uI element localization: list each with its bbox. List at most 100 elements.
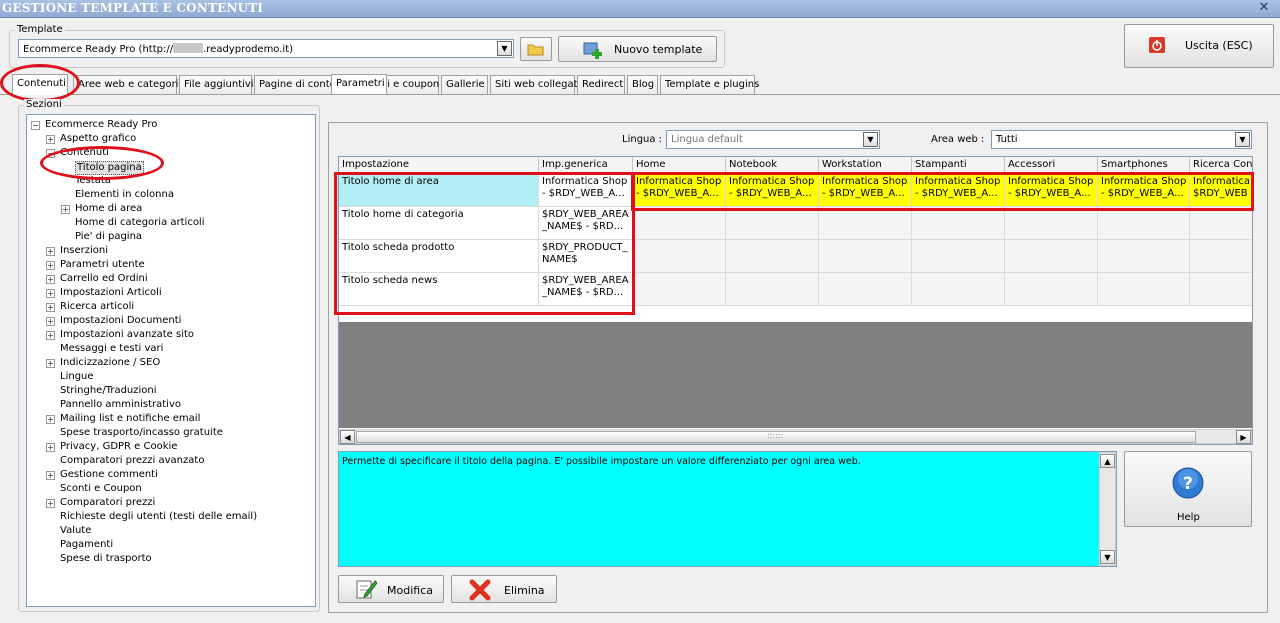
- expand-icon[interactable]: +: [46, 331, 55, 340]
- expand-icon[interactable]: +: [46, 359, 55, 368]
- area-value-cell[interactable]: Informatica Shop - $RDY_WEB_A...: [1098, 174, 1190, 207]
- tree-item[interactable]: Mailing list e notifiche email: [60, 413, 200, 425]
- area-value-cell[interactable]: [1005, 207, 1098, 240]
- area-value-cell[interactable]: [1005, 273, 1098, 306]
- sections-tree[interactable]: − Ecommerce Ready Pro + Aspetto grafico − Con…: [26, 114, 316, 607]
- expand-icon[interactable]: +: [46, 499, 55, 508]
- delete-button[interactable]: Elimina: [451, 575, 557, 603]
- area-value-cell[interactable]: [912, 240, 1005, 273]
- grid-new-row[interactable]: [339, 306, 1252, 322]
- tab-contenuti[interactable]: Contenuti: [12, 74, 68, 95]
- scroll-left-icon[interactable]: ◀: [340, 430, 355, 444]
- area-value-cell[interactable]: Informatica Shop - $RDY_WEB_A...: [633, 174, 726, 207]
- chevron-down-icon[interactable]: ▼: [863, 132, 878, 147]
- tree-item[interactable]: Comparatori prezzi avanzato: [60, 455, 204, 467]
- vertical-scrollbar[interactable]: ▲ ▼: [1099, 452, 1116, 566]
- expand-icon[interactable]: +: [46, 471, 55, 480]
- area-value-cell[interactable]: Informatica Shop - $RDY_WEB_A...: [726, 174, 819, 207]
- tab-redirect[interactable]: Redirect: [577, 75, 625, 94]
- column-header[interactable]: Accessori: [1005, 157, 1098, 173]
- tree-item[interactable]: Carrello ed Ordini: [60, 273, 148, 285]
- area-value-cell[interactable]: Informatica - $RDY_WEB: [1190, 174, 1252, 207]
- chevron-down-icon[interactable]: ▼: [1235, 132, 1250, 147]
- expand-icon[interactable]: +: [46, 247, 55, 256]
- tree-item[interactable]: Impostazioni Articoli: [60, 287, 162, 299]
- tree-item[interactable]: Messaggi e testi vari: [60, 343, 163, 355]
- area-value-cell[interactable]: [1190, 207, 1252, 240]
- setting-name-cell[interactable]: Titolo home di area: [339, 174, 539, 207]
- expand-icon[interactable]: +: [46, 289, 55, 298]
- tree-item[interactable]: Lingue: [60, 371, 94, 383]
- generic-value-cell[interactable]: $RDY_WEB_AREA_NAME$ - $RD...: [539, 273, 633, 306]
- lingua-select[interactable]: Lingua default ▼: [666, 130, 880, 149]
- tree-item[interactable]: Impostazioni avanzate sito: [60, 329, 194, 341]
- tree-item[interactable]: Spese trasporto/incasso gratuite: [60, 427, 223, 439]
- tree-item[interactable]: Stringhe/Traduzioni: [60, 385, 157, 397]
- tree-item[interactable]: Contenuti: [60, 147, 109, 159]
- tree-item[interactable]: Parametri utente: [60, 259, 145, 271]
- expand-icon[interactable]: +: [46, 415, 55, 424]
- area-value-cell[interactable]: [819, 207, 912, 240]
- tree-item[interactable]: Inserzioni: [60, 245, 108, 257]
- tree-item[interactable]: Pie' di pagina: [75, 231, 142, 243]
- area-value-cell[interactable]: [1098, 273, 1190, 306]
- area-web-select[interactable]: Tutti ▼: [991, 130, 1252, 149]
- description-box[interactable]: Permette di specificare il titolo della …: [338, 451, 1117, 567]
- tree-item[interactable]: Aspetto grafico: [60, 133, 136, 145]
- expand-icon[interactable]: +: [61, 205, 70, 214]
- expand-icon[interactable]: +: [46, 135, 55, 144]
- tree-item[interactable]: Home di categoria articoli: [75, 217, 205, 229]
- area-value-cell[interactable]: [726, 207, 819, 240]
- tab-aree-web[interactable]: Aree web e categorie: [73, 75, 185, 94]
- collapse-icon[interactable]: −: [46, 149, 55, 158]
- tab-blog[interactable]: Blog: [627, 75, 658, 94]
- scroll-thumb[interactable]: ::::::: [356, 431, 1196, 443]
- chevron-down-icon[interactable]: ▼: [497, 41, 512, 56]
- open-folder-button[interactable]: [520, 37, 552, 61]
- help-button[interactable]: ? Help: [1124, 451, 1252, 527]
- tree-item[interactable]: Pagamenti: [60, 539, 113, 551]
- tab-siti-collegati[interactable]: Siti web collegati: [490, 75, 580, 94]
- modify-button[interactable]: Modifica: [338, 575, 444, 603]
- tab-file-aggiuntivi[interactable]: File aggiuntivi: [179, 75, 254, 94]
- area-value-cell[interactable]: Informatica Shop - $RDY_WEB_A...: [819, 174, 912, 207]
- expand-icon[interactable]: +: [46, 261, 55, 270]
- tree-item[interactable]: Comparatori prezzi: [60, 497, 155, 509]
- scroll-right-icon[interactable]: ▶: [1236, 430, 1251, 444]
- area-value-cell[interactable]: Informatica Shop - $RDY_WEB_A...: [912, 174, 1005, 207]
- tree-item[interactable]: Spese di trasporto: [60, 553, 152, 565]
- tree-item[interactable]: Ecommerce Ready Pro: [45, 119, 157, 131]
- tree-item[interactable]: Home di area: [75, 203, 142, 215]
- tree-item[interactable]: Elementi in colonna: [75, 189, 174, 201]
- tree-item[interactable]: Richieste degli utenti (testi delle emai…: [60, 511, 257, 523]
- setting-name-cell[interactable]: Titolo scheda news: [339, 273, 539, 306]
- area-value-cell[interactable]: [726, 240, 819, 273]
- area-value-cell[interactable]: [1190, 273, 1252, 306]
- area-value-cell[interactable]: [633, 207, 726, 240]
- expand-icon[interactable]: +: [46, 275, 55, 284]
- column-header[interactable]: Imp.generica: [539, 157, 633, 173]
- generic-value-cell[interactable]: $RDY_PRODUCT_NAME$: [539, 240, 633, 273]
- column-header[interactable]: Smartphones: [1098, 157, 1190, 173]
- expand-icon[interactable]: +: [46, 443, 55, 452]
- tree-item[interactable]: Ricerca articoli: [60, 301, 134, 313]
- scroll-up-icon[interactable]: ▲: [1100, 454, 1115, 468]
- column-header[interactable]: Home: [633, 157, 726, 173]
- area-value-cell[interactable]: [912, 273, 1005, 306]
- area-value-cell[interactable]: [819, 240, 912, 273]
- new-template-button[interactable]: Nuovo template: [558, 36, 717, 62]
- expand-icon[interactable]: +: [46, 317, 55, 326]
- area-value-cell[interactable]: [1190, 240, 1252, 273]
- tree-item[interactable]: Titolo pagina: [75, 161, 144, 175]
- column-header[interactable]: Ricerca Cons: [1190, 157, 1252, 173]
- template-select[interactable]: Ecommerce Ready Pro (http:// .readyprodem…: [18, 39, 514, 58]
- area-value-cell[interactable]: [1005, 240, 1098, 273]
- tree-item[interactable]: Gestione commenti: [60, 469, 158, 481]
- generic-value-cell[interactable]: Informatica Shop - $RDY_WEB_A...: [539, 174, 633, 207]
- setting-name-cell[interactable]: Titolo scheda prodotto: [339, 240, 539, 273]
- expand-icon[interactable]: +: [46, 303, 55, 312]
- tab-parametri[interactable]: Parametri: [331, 74, 387, 94]
- column-header[interactable]: Notebook: [726, 157, 819, 173]
- tree-item[interactable]: Impostazioni Documenti: [60, 315, 181, 327]
- exit-button[interactable]: Uscita (ESC): [1124, 24, 1274, 68]
